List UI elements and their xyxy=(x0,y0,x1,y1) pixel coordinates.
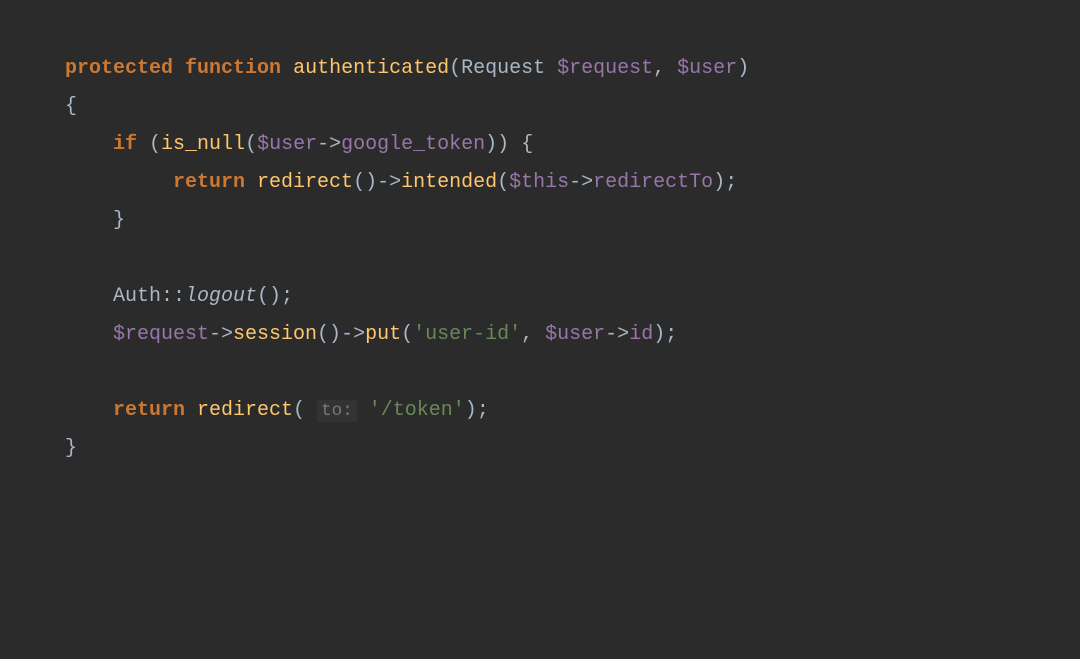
paren-open: ( xyxy=(401,323,413,346)
call-redirect: redirect xyxy=(197,399,293,422)
code-line-7: $request->session()->put('user-id', $use… xyxy=(65,316,1040,354)
paren-close: ) xyxy=(713,171,725,194)
arrow-op: -> xyxy=(317,133,341,156)
semicolon: ; xyxy=(477,399,489,422)
keyword-return: return xyxy=(113,399,185,422)
semicolon: ; xyxy=(665,323,677,346)
prop-id: id xyxy=(629,323,653,346)
type-request: Request xyxy=(461,57,557,80)
keyword-if: if xyxy=(113,133,137,156)
keyword-function: function xyxy=(185,57,281,80)
var-this: $this xyxy=(509,171,569,194)
var-user: $user xyxy=(257,133,317,156)
double-colon: :: xyxy=(161,285,185,308)
prop-redirectto: redirectTo xyxy=(593,171,713,194)
arrow-op: -> xyxy=(569,171,593,194)
arrow-op: -> xyxy=(341,323,365,346)
var-request: $request xyxy=(113,323,209,346)
paren-open: ( xyxy=(497,171,509,194)
var-request: $request xyxy=(557,57,653,80)
string-userid: 'user-id' xyxy=(413,323,521,346)
paren-close: ) xyxy=(497,133,509,156)
paren-open: ( xyxy=(149,133,161,156)
brace-close: } xyxy=(113,209,125,232)
code-editor[interactable]: protected function authenticated(Request… xyxy=(65,50,1040,468)
call-put: put xyxy=(365,323,401,346)
paren-open: ( xyxy=(245,133,257,156)
function-name: authenticated xyxy=(293,57,449,80)
code-line-6: Auth::logout(); xyxy=(65,278,1040,316)
arrow-op: -> xyxy=(377,171,401,194)
call-logout: logout xyxy=(185,285,257,308)
paren-close: ) xyxy=(737,57,749,80)
paren-open: ( xyxy=(449,57,461,80)
keyword-protected: protected xyxy=(65,57,173,80)
parens-empty: () xyxy=(257,285,281,308)
parens-empty: () xyxy=(317,323,341,346)
code-line-3: if (is_null($user->google_token)) { xyxy=(65,126,1040,164)
call-isnull: is_null xyxy=(161,133,245,156)
paren-close: ) xyxy=(653,323,665,346)
arrow-op: -> xyxy=(605,323,629,346)
code-line-8: return redirect( to: '/token'); xyxy=(65,392,1040,430)
comma: , xyxy=(653,57,677,80)
comma: , xyxy=(521,323,545,346)
brace-open: { xyxy=(521,133,533,156)
code-line-5: } xyxy=(65,202,1040,240)
param-hint-to: to: xyxy=(317,400,357,422)
code-line-4: return redirect()->intended($this->redir… xyxy=(65,164,1040,202)
call-redirect: redirect xyxy=(257,171,353,194)
var-user: $user xyxy=(545,323,605,346)
prop-googletoken: google_token xyxy=(341,133,485,156)
var-user: $user xyxy=(677,57,737,80)
call-intended: intended xyxy=(401,171,497,194)
paren-open: ( xyxy=(293,399,305,422)
parens-empty: () xyxy=(353,171,377,194)
semicolon: ; xyxy=(725,171,737,194)
blank-line xyxy=(65,240,1040,278)
code-line-2: { xyxy=(65,88,1040,126)
paren-close: ) xyxy=(485,133,497,156)
semicolon: ; xyxy=(281,285,293,308)
blank-line xyxy=(65,354,1040,392)
code-line-9: } xyxy=(65,430,1040,468)
keyword-return: return xyxy=(173,171,245,194)
brace-open: { xyxy=(65,95,77,118)
call-session: session xyxy=(233,323,317,346)
arrow-op: -> xyxy=(209,323,233,346)
string-token: '/token' xyxy=(369,399,465,422)
code-line-1: protected function authenticated(Request… xyxy=(65,50,1040,88)
class-auth: Auth xyxy=(113,285,161,308)
paren-close: ) xyxy=(465,399,477,422)
brace-close: } xyxy=(65,437,77,460)
